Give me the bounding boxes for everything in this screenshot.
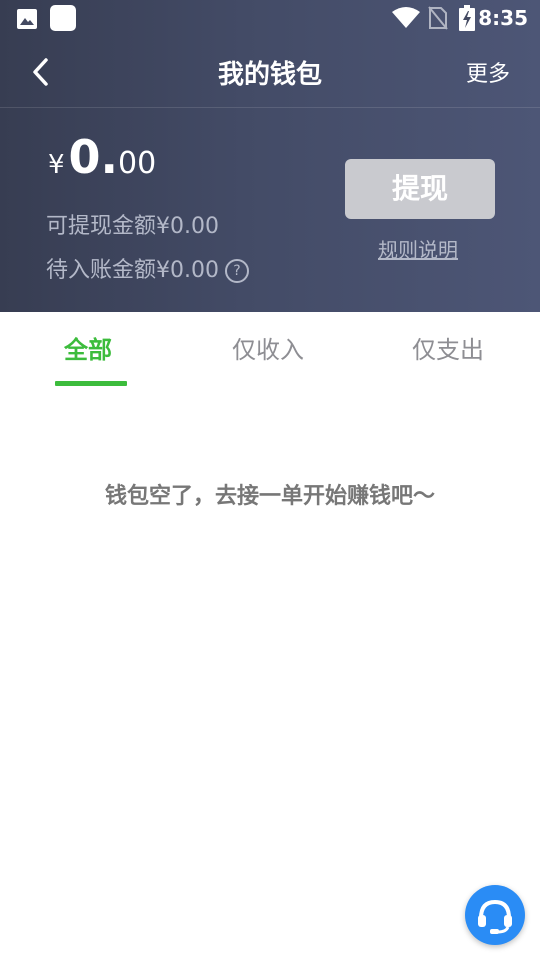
status-time: 8:35 xyxy=(478,6,528,30)
app-icon xyxy=(50,5,76,31)
wallet-header: 8:35 我的钱包 更多 ¥0.00 可提现金额¥0.00 待入账金额¥0.00… xyxy=(0,0,540,312)
balance-amount: ¥0.00 xyxy=(48,130,156,184)
pending-value: ¥0.00 xyxy=(156,258,219,283)
tab-all[interactable]: 全部 xyxy=(64,330,112,365)
empty-state-message: 钱包空了，去接一单开始赚钱吧～ xyxy=(104,484,435,509)
withdrawable-row: 可提现金额¥0.00 xyxy=(46,208,219,240)
pending-row: 待入账金额¥0.00? xyxy=(46,252,249,284)
battery-charging-icon xyxy=(459,5,475,31)
balance-integer: 0. xyxy=(68,130,119,184)
status-bar: 8:35 xyxy=(0,0,540,36)
filter-tabs: 全部 仅收入 仅支出 xyxy=(0,312,540,390)
withdraw-button[interactable]: 提现 xyxy=(345,159,495,219)
nav-bar: 我的钱包 更多 xyxy=(0,36,540,108)
active-tab-indicator xyxy=(55,381,127,386)
tab-expense-only[interactable]: 仅支出 xyxy=(412,330,484,365)
gallery-icon xyxy=(17,9,37,29)
currency-symbol: ¥ xyxy=(48,150,65,180)
pending-label: 待入账金额 xyxy=(46,258,157,283)
wifi-icon xyxy=(392,7,420,28)
customer-service-button[interactable] xyxy=(465,885,525,945)
more-button[interactable]: 更多 xyxy=(466,56,510,88)
help-icon[interactable]: ? xyxy=(225,259,249,283)
tab-income-only[interactable]: 仅收入 xyxy=(232,330,304,365)
withdrawable-label: 可提现金额 xyxy=(46,214,157,239)
page-title: 我的钱包 xyxy=(217,60,322,90)
balance-decimal: 00 xyxy=(118,146,157,181)
headset-icon xyxy=(478,899,512,934)
withdrawable-value: ¥0.00 xyxy=(156,214,219,239)
no-sim-icon xyxy=(428,6,448,30)
rules-link[interactable]: 规则说明 xyxy=(378,234,458,263)
